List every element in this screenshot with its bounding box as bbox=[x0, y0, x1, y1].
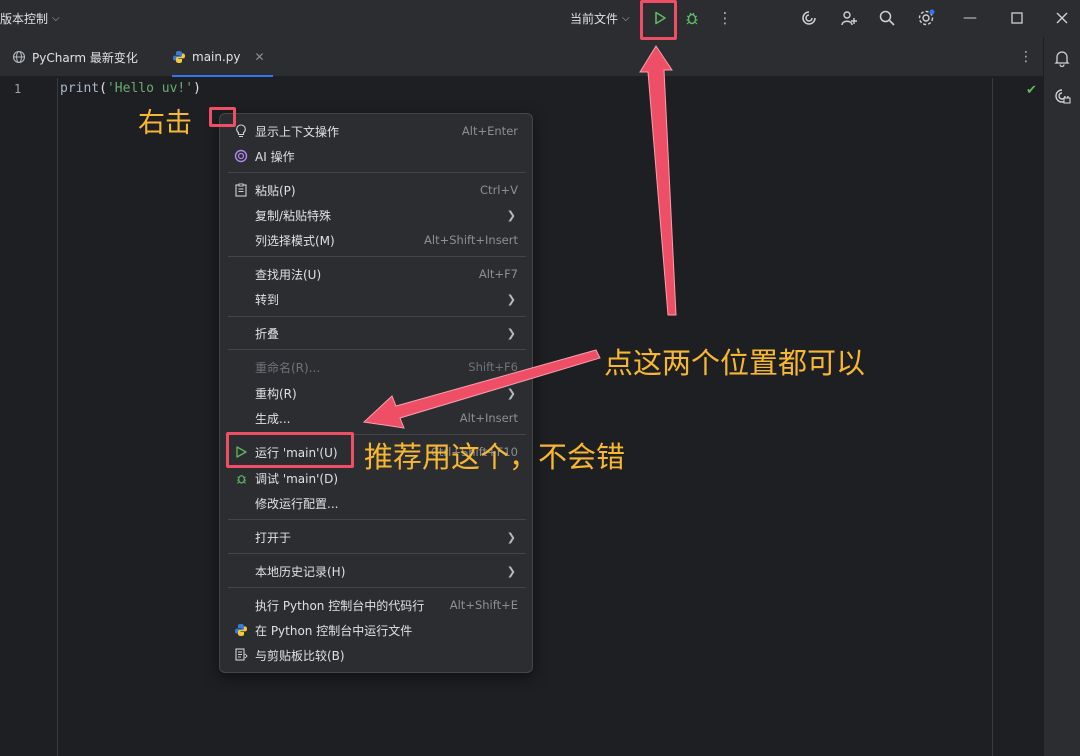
annotation-both-positions: 点这两个位置都可以 bbox=[604, 346, 866, 380]
arrow-to-run-button bbox=[639, 45, 677, 316]
annotation-right-click: 右击 bbox=[138, 108, 192, 139]
annotation-recommend: 推荐用这个，不会错 bbox=[364, 440, 626, 474]
arrow-to-run-menu-item bbox=[362, 349, 601, 429]
